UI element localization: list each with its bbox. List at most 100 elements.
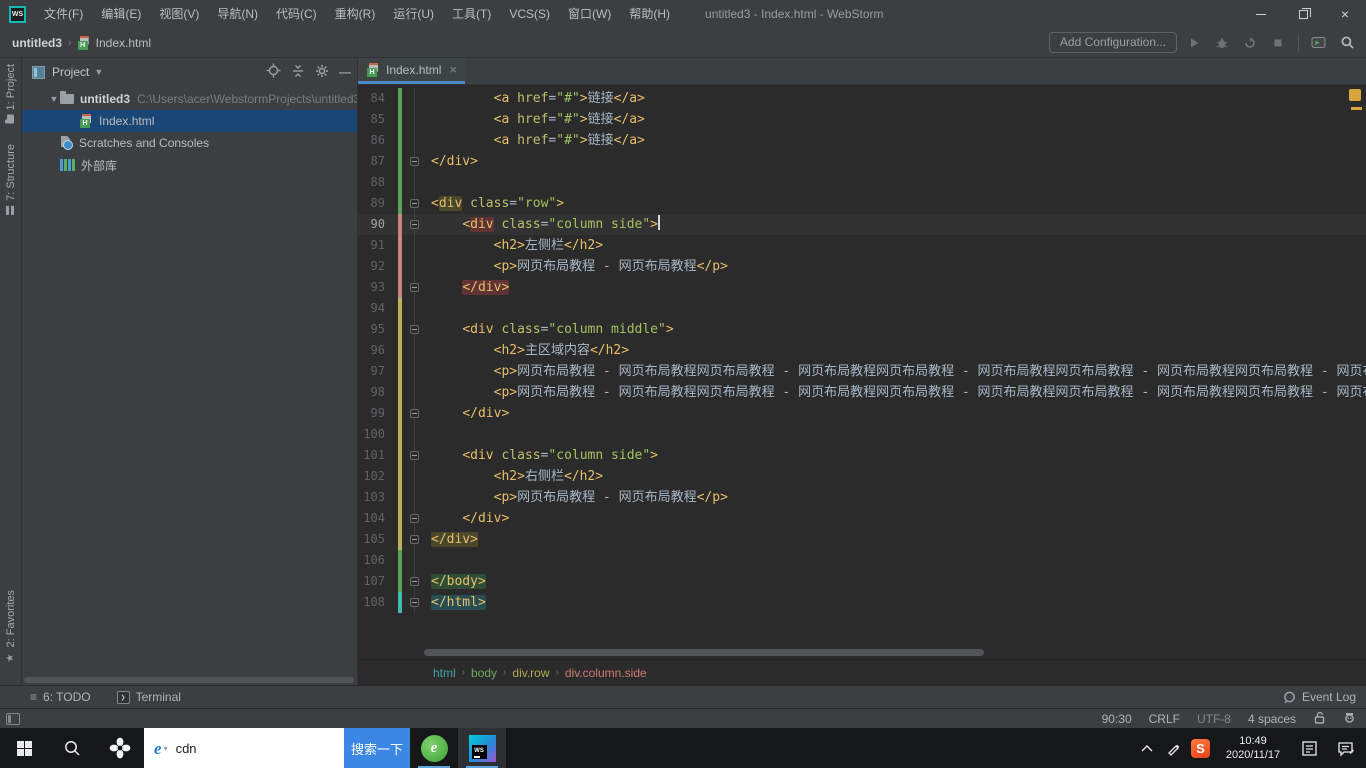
fold-marker-icon[interactable] [410,577,419,586]
menu-item-edit[interactable]: 编辑(E) [92,0,150,28]
tree-item-index-html[interactable]: Index.html [22,110,357,132]
fold-marker-icon[interactable] [410,283,419,292]
breadcrumb-body[interactable]: body [471,666,497,680]
fold-marker-icon[interactable] [410,598,419,607]
code-line-105[interactable]: 105</div> [358,529,1366,550]
run-icon[interactable] [1183,32,1205,54]
breadcrumb-project[interactable]: untitled3 [12,36,62,50]
tool-window-switcher-icon[interactable] [6,713,20,725]
terminal-tool-window-button[interactable]: ❯ Terminal [117,690,181,704]
line-number[interactable]: 95 [358,319,398,340]
line-number[interactable]: 98 [358,382,398,403]
webstorm-taskbar-button[interactable]: WS [458,728,506,768]
fold-marker-icon[interactable] [410,514,419,523]
project-horizontal-scrollbar[interactable] [24,677,354,683]
code-line-108[interactable]: 108</html> [358,592,1366,613]
fold-gutter[interactable] [402,403,431,424]
fold-gutter[interactable] [402,361,431,382]
search-everywhere-icon[interactable] [1336,32,1358,54]
indent-widget[interactable]: 4 spaces [1248,712,1296,726]
settings-gear-icon[interactable] [315,64,329,81]
fold-gutter[interactable] [402,508,431,529]
fold-marker-icon[interactable] [410,325,419,334]
code-line-104[interactable]: 104 </div> [358,508,1366,529]
fold-gutter[interactable] [402,256,431,277]
warning-stripe-mark[interactable] [1351,107,1362,110]
windows-ink-button[interactable] [1160,728,1187,768]
inspection-profile-icon[interactable] [1343,711,1356,727]
add-configuration-button[interactable]: Add Configuration... [1049,32,1177,53]
fold-gutter[interactable] [402,130,431,151]
menu-item-window[interactable]: 窗口(W) [559,0,620,28]
fold-gutter[interactable] [402,88,431,109]
line-number[interactable]: 89 [358,193,398,214]
tool-window-button-favorites[interactable]: ★2: Favorites [5,590,17,663]
fold-gutter[interactable] [402,529,431,550]
code-line-86[interactable]: 86 <a href="#">链接</a> [358,130,1366,151]
readonly-lock-icon[interactable] [1313,711,1326,727]
encoding-widget[interactable]: UTF-8 [1197,712,1231,726]
menu-item-file[interactable]: 文件(F) [35,0,92,28]
code-line-89[interactable]: 89<div class="row"> [358,193,1366,214]
code-line-96[interactable]: 96 <h2>主区域内容</h2> [358,340,1366,361]
line-number[interactable]: 92 [358,256,398,277]
menu-item-refactor[interactable]: 重构(R) [326,0,385,28]
menu-item-help[interactable]: 帮助(H) [620,0,679,28]
line-separator-widget[interactable]: CRLF [1149,712,1180,726]
action-center-button[interactable] [1326,728,1366,768]
touch-keyboard-button[interactable] [1292,728,1326,768]
tree-expand-arrow[interactable]: ▼ [48,94,60,104]
fold-gutter[interactable] [402,487,431,508]
taskbar-search-button[interactable] [48,728,96,768]
tree-item-untitled3[interactable]: ▼untitled3C:\Users\acer\WebstormProjects… [22,88,357,110]
line-number[interactable]: 97 [358,361,398,382]
menu-item-tools[interactable]: 工具(T) [443,0,500,28]
line-number[interactable]: 86 [358,130,398,151]
locate-file-icon[interactable] [266,63,281,81]
line-number[interactable]: 108 [358,592,398,613]
menu-item-code[interactable]: 代码(C) [267,0,326,28]
tab-index-html[interactable]: Index.html × [358,58,465,84]
fold-marker-icon[interactable] [410,409,419,418]
code-line-99[interactable]: 99 </div> [358,403,1366,424]
code-line-90[interactable]: 90 <div class="column side"> [358,214,1366,235]
pinwheel-app-button[interactable] [96,728,144,768]
line-number[interactable]: 85 [358,109,398,130]
debug-icon[interactable] [1211,32,1233,54]
todo-tool-window-button[interactable]: ≡ 6: TODO [30,690,91,704]
start-button[interactable] [0,728,48,768]
fold-marker-icon[interactable] [410,451,419,460]
tool-window-button-project[interactable]: 1: Project [5,64,17,122]
menu-item-vcs[interactable]: VCS(S) [500,0,559,28]
project-panel-title[interactable]: Project [52,65,89,79]
fold-gutter[interactable] [402,592,431,613]
fold-gutter[interactable] [402,550,431,571]
inspection-status-indicator[interactable] [1349,89,1361,101]
caret-position-widget[interactable]: 90:30 [1102,712,1132,726]
line-number[interactable]: 104 [358,508,398,529]
search-submit-button[interactable]: 搜索一下 [344,728,410,768]
breadcrumb-div-column-side[interactable]: div.column.side [565,666,647,680]
fold-gutter[interactable] [402,424,431,445]
code-line-92[interactable]: 92 <p>网页布局教程 - 网页布局教程</p> [358,256,1366,277]
line-number[interactable]: 101 [358,445,398,466]
line-number[interactable]: 90 [358,214,398,235]
fold-gutter[interactable] [402,151,431,172]
fold-marker-icon[interactable] [410,535,419,544]
tool-window-button-structure[interactable]: 7: Structure [5,144,17,215]
fold-gutter[interactable] [402,340,431,361]
code-line-98[interactable]: 98 <p>网页布局教程 - 网页布局教程网页布局教程 - 网页布局教程网页布局… [358,382,1366,403]
line-number[interactable]: 87 [358,151,398,172]
search-query-text[interactable]: cdn [176,741,197,756]
tray-expand-chevron[interactable] [1133,728,1160,768]
code-line-97[interactable]: 97 <p>网页布局教程 - 网页布局教程网页布局教程 - 网页布局教程网页布局… [358,361,1366,382]
code-line-88[interactable]: 88 [358,172,1366,193]
taskbar-search-box[interactable]: e ▾ cdn [144,728,344,768]
line-number[interactable]: 93 [358,277,398,298]
fold-gutter[interactable] [402,571,431,592]
breadcrumb-div-row[interactable]: div.row [512,666,549,680]
fold-marker-icon[interactable] [410,220,419,229]
code-line-101[interactable]: 101 <div class="column side"> [358,445,1366,466]
fold-gutter[interactable] [402,319,431,340]
fold-gutter[interactable] [402,277,431,298]
